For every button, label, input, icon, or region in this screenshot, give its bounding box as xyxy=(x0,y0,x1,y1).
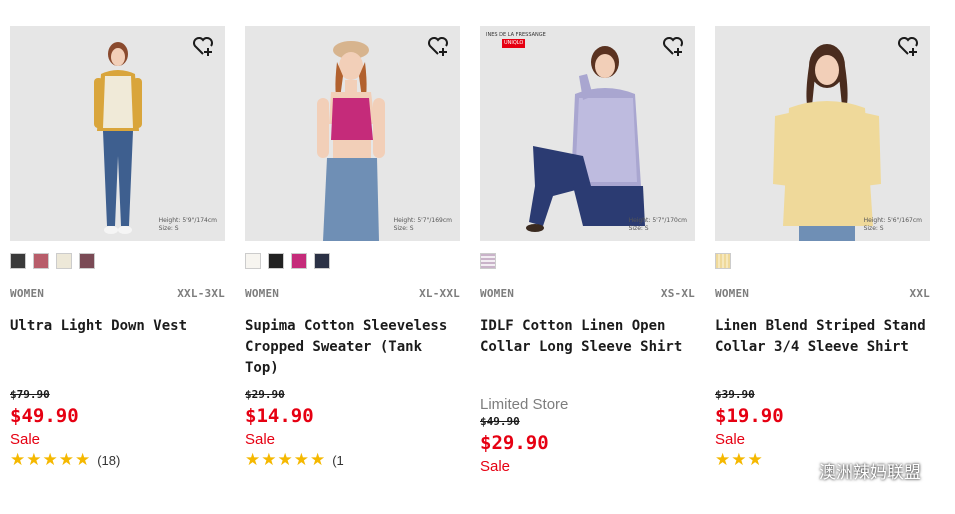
price-area: $79.90 $49.90 Sale ★★★★★ (18) xyxy=(10,388,225,470)
color-swatch[interactable] xyxy=(245,253,261,269)
gender-label: WOMEN xyxy=(715,287,750,300)
gender-label: WOMEN xyxy=(480,287,515,300)
product-image[interactable]: Height: 5'6"/167cm Size: S xyxy=(715,26,930,241)
model-photo xyxy=(93,42,142,234)
size-range: XL-XXL xyxy=(419,287,460,300)
product-card[interactable]: Height: 5'9"/174cm Size: S WOMEN XXL-3XL… xyxy=(10,26,225,469)
model-size-note: Height: 5'6"/167cm Size: S xyxy=(863,217,922,232)
wechat-icon xyxy=(791,461,815,479)
review-count: (1 xyxy=(332,452,344,468)
gender-label: WOMEN xyxy=(245,287,280,300)
product-meta: WOMEN XXL-3XL xyxy=(10,287,225,300)
original-price: $79.90 xyxy=(10,388,50,401)
model-photo xyxy=(525,46,645,232)
color-swatch[interactable] xyxy=(480,253,496,269)
product-image[interactable]: Height: 5'7"/169cm Size: S xyxy=(245,26,460,241)
model-photo xyxy=(316,41,385,241)
rating[interactable]: ★★★★★ (1 xyxy=(245,450,460,470)
model-size-note: Height: 5'7"/170cm Size: S xyxy=(628,217,687,232)
color-swatches xyxy=(480,253,695,269)
color-swatch[interactable] xyxy=(268,253,284,269)
size-range: XS-XL xyxy=(660,287,695,300)
product-card[interactable]: Height: 5'7"/169cm Size: S WOMEN XL-XXL … xyxy=(245,26,460,469)
original-price: $29.90 xyxy=(245,388,285,401)
sale-price: $29.90 xyxy=(480,432,549,454)
sale-label: Sale xyxy=(245,431,276,448)
sale-label: Sale xyxy=(715,431,746,448)
gender-label: WOMEN xyxy=(10,287,45,300)
sale-label: Sale xyxy=(480,458,511,475)
favorite-add-icon[interactable] xyxy=(191,34,215,58)
product-image[interactable]: Height: 5'9"/174cm Size: S xyxy=(10,26,225,241)
watermark-text: 澳洲辣妈联盟 xyxy=(819,463,921,483)
color-swatch[interactable] xyxy=(291,253,307,269)
color-swatches xyxy=(10,253,225,269)
color-swatch[interactable] xyxy=(56,253,72,269)
product-card[interactable]: Height: 5'6"/167cm Size: S WOMEN XXL Lin… xyxy=(715,26,930,469)
product-meta: WOMEN XL-XXL xyxy=(245,287,460,300)
sale-price: $19.90 xyxy=(715,405,784,427)
favorite-add-icon[interactable] xyxy=(896,34,920,58)
rating[interactable]: ★★★★★ (18) xyxy=(10,450,225,470)
price-area: $29.90 $14.90 Sale ★★★★★ (1 xyxy=(245,388,460,470)
product-meta: WOMEN XS-XL xyxy=(480,287,695,300)
color-swatch[interactable] xyxy=(10,253,26,269)
size-range: XXL-3XL xyxy=(177,287,225,300)
sale-label: Sale xyxy=(10,431,41,448)
price-area: Limited Store $49.90 $29.90 Sale xyxy=(480,396,695,475)
review-count: (18) xyxy=(97,452,121,468)
color-swatches xyxy=(245,253,460,269)
star-rating-icon: ★★★★★ xyxy=(245,450,327,469)
product-image[interactable]: INES DE LA FRESSANGE UNIQLO Height: 5'7"… xyxy=(480,26,695,241)
sale-price: $49.90 xyxy=(10,405,79,427)
star-rating-icon: ★★★★★ xyxy=(10,450,92,469)
color-swatch[interactable] xyxy=(79,253,95,269)
color-swatch[interactable] xyxy=(715,253,731,269)
product-name[interactable]: Ultra Light Down Vest xyxy=(10,316,225,360)
color-swatches xyxy=(715,253,930,269)
product-name[interactable]: IDLF Cotton Linen Open Collar Long Sleev… xyxy=(480,316,695,360)
product-card[interactable]: INES DE LA FRESSANGE UNIQLO Height: 5'7"… xyxy=(480,26,695,475)
size-range: XXL xyxy=(909,287,930,300)
sale-price: $14.90 xyxy=(245,405,314,427)
favorite-add-icon[interactable] xyxy=(661,34,685,58)
model-size-note: Height: 5'7"/169cm Size: S xyxy=(393,217,452,232)
color-swatch[interactable] xyxy=(314,253,330,269)
product-name[interactable]: Linen Blend Striped Stand Collar 3/4 Sle… xyxy=(715,316,930,360)
product-meta: WOMEN XXL xyxy=(715,287,930,300)
star-rating-icon: ★★★ xyxy=(715,450,764,469)
product-grid: Height: 5'9"/174cm Size: S WOMEN XXL-3XL… xyxy=(10,26,930,475)
watermark: 澳洲辣妈联盟 xyxy=(791,458,921,483)
original-price: $49.90 xyxy=(480,415,520,428)
model-size-note: Height: 5'9"/174cm Size: S xyxy=(158,217,217,232)
original-price: $39.90 xyxy=(715,388,755,401)
product-name[interactable]: Supima Cotton Sleeveless Cropped Sweater… xyxy=(245,316,460,376)
favorite-add-icon[interactable] xyxy=(426,34,450,58)
color-swatch[interactable] xyxy=(33,253,49,269)
model-photo xyxy=(772,44,881,241)
limited-store-label: Limited Store xyxy=(480,396,569,413)
